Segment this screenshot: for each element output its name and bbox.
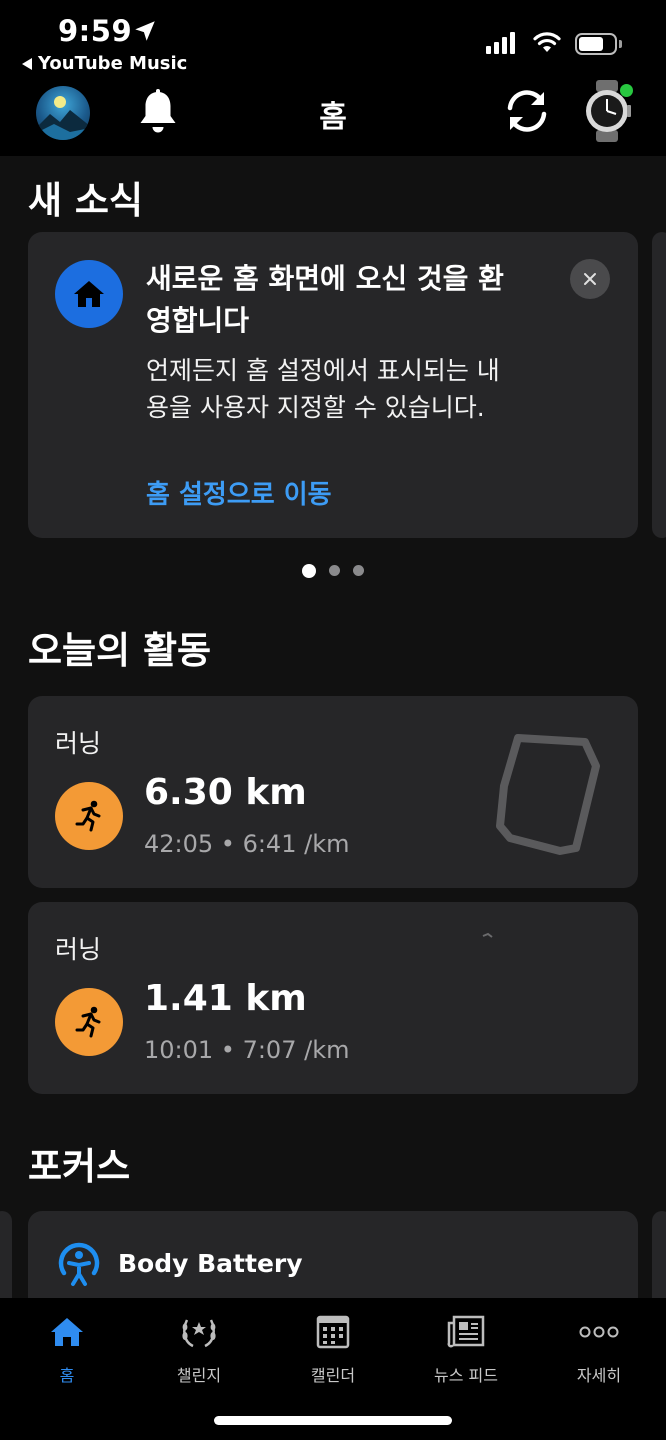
activity-distance: 1.41 km (144, 978, 307, 1019)
close-news-button[interactable] (570, 259, 610, 299)
top-bar: 9:59 YouTube Music 홈 (0, 0, 666, 156)
location-arrow-icon (135, 21, 155, 41)
tab-label: 캘린더 (310, 1366, 356, 1385)
activity-type: 러닝 (55, 729, 102, 758)
tab-label: 홈 (59, 1366, 75, 1385)
tab-label: 자세히 (576, 1366, 622, 1385)
home-indicator[interactable] (214, 1416, 452, 1425)
page-title: 홈 (319, 100, 347, 135)
news-feed-icon (447, 1315, 485, 1348)
route-map-thumbnail (496, 734, 600, 855)
home-circle-icon (55, 260, 123, 328)
laurel-icon (182, 1319, 216, 1348)
wifi-icon (533, 32, 561, 52)
news-page-indicator[interactable] (0, 563, 666, 578)
home-icon (51, 1318, 83, 1346)
body-battery-icon (58, 1242, 100, 1286)
tab-label: 뉴스 피드 (434, 1366, 498, 1385)
news-section-title: 새 소식 (28, 179, 144, 222)
tab-label: 챌린지 (176, 1366, 222, 1385)
back-to-app-link[interactable]: YouTube Music (22, 53, 187, 74)
status-time: 9:59 (58, 14, 133, 48)
page-dot[interactable] (329, 565, 340, 576)
focus-section-title: 포커스 (28, 1145, 131, 1188)
battery-tip (619, 40, 622, 48)
activities-section-title: 오늘의 활동 (28, 629, 212, 672)
route-map-thumbnail (482, 932, 493, 938)
running-icon (55, 988, 123, 1056)
device-watch-button[interactable] (583, 80, 635, 142)
tab-news-feed[interactable]: 뉴스 피드 (411, 1312, 521, 1386)
back-app-label: YouTube Music (38, 53, 188, 74)
back-triangle-icon (22, 57, 32, 70)
calendar-icon (316, 1315, 350, 1349)
tab-more[interactable]: 자세히 (544, 1312, 654, 1386)
page-dot[interactable] (353, 565, 364, 576)
page-dot[interactable] (302, 563, 316, 578)
activity-card[interactable]: 러닝 1.41 km 10:01 • 7:07 /km (28, 902, 638, 1094)
welcome-news-card[interactable]: 새로운 홈 화면에 오신 것을 환영합니다 언제든지 홈 설정에서 표시되는 내… (28, 232, 638, 538)
news-card-title: 새로운 홈 화면에 오신 것을 환영합니다 (146, 262, 504, 337)
close-icon (584, 273, 596, 285)
body-battery-label: Body Battery (118, 1249, 303, 1278)
news-card-body: 언제든지 홈 설정에서 표시되는 내용을 사용자 지정할 수 있습니다. (146, 356, 500, 422)
battery-icon (575, 33, 617, 55)
tab-calendar[interactable]: 캘린더 (278, 1312, 388, 1386)
cellular-signal-icon (486, 32, 515, 54)
activity-card[interactable]: 러닝 6.30 km 42:05 • 6:41 /km (28, 696, 638, 888)
activity-distance: 6.30 km (144, 772, 307, 813)
tab-home[interactable]: 홈 (12, 1312, 122, 1386)
next-news-card-peek[interactable] (652, 232, 666, 538)
activity-time-pace: 10:01 • 7:07 /km (144, 1036, 350, 1064)
connected-status-dot (620, 84, 633, 97)
running-icon (55, 782, 123, 850)
sync-icon[interactable] (500, 84, 554, 138)
home-settings-link[interactable]: 홈 설정으로 이동 (146, 474, 332, 511)
activity-type: 러닝 (55, 935, 102, 964)
more-icon (579, 1326, 619, 1338)
tab-challenges[interactable]: 챌린지 (144, 1312, 254, 1386)
activity-time-pace: 42:05 • 6:41 /km (144, 830, 350, 858)
